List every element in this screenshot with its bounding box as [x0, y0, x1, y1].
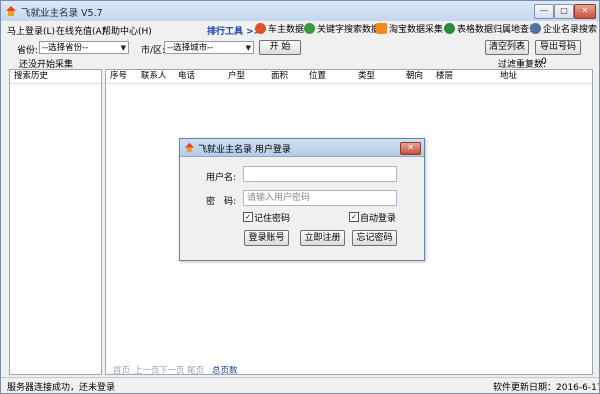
chevron-down-icon: ▼ [120, 44, 126, 52]
column-header-house-type[interactable]: 户型 [228, 70, 245, 83]
province-select[interactable]: --选择省份-- ▼ [39, 41, 129, 54]
auto-login-label: 自动登录 [360, 214, 397, 224]
pager-first[interactable]: 首页 [113, 364, 130, 376]
login-dialog-title-bar: 飞就业主名录 用户登录 ✕ [180, 139, 424, 157]
password-input[interactable]: 请输入用户密码 [243, 190, 397, 206]
tool-keyword-search[interactable]: 关键字搜索数据 [304, 22, 380, 36]
tool-table-location[interactable]: 表格数据归属地查询 [444, 22, 538, 36]
minimize-button[interactable]: — [534, 4, 554, 19]
chevron-down-icon: ▼ [245, 44, 251, 52]
tool-car-owner[interactable]: 车主数据 [255, 22, 304, 36]
username-label: 用户名: [206, 173, 237, 183]
pager-total: 总页数 [212, 366, 238, 376]
city-select[interactable]: --选择城市-- ▼ [164, 41, 254, 54]
column-header-address[interactable]: 地址 [500, 70, 517, 83]
menu-help[interactable]: 帮助中心(H) [102, 24, 152, 37]
remember-password-label: 记住密码 [254, 214, 291, 224]
forgot-password-button[interactable]: 忘记密码 [352, 230, 397, 246]
main-window: 飞就业主名录 V5.7 — □ ✕ 马上登录(L) 在线充值(A) 帮助中心(H… [0, 0, 600, 394]
app-logo-icon [184, 142, 195, 153]
taobao-icon [376, 23, 387, 34]
password-label: 密 码: [206, 197, 237, 207]
column-header-index[interactable]: 序号 [110, 70, 127, 83]
connection-status: 服务器连接成功，还未登录 [7, 383, 116, 393]
login-dialog-title: 飞就业主名录 用户登录 [198, 145, 291, 155]
update-date: 软件更新日期：2016-6-17 [493, 383, 600, 393]
column-header-location[interactable]: 位置 [309, 70, 326, 83]
maximize-button[interactable]: □ [554, 4, 574, 19]
column-header-phone[interactable]: 电话 [178, 70, 195, 83]
search-history-header: 搜索历史 [14, 71, 49, 81]
remember-password-checkbox[interactable]: ✓ [243, 212, 253, 222]
window-title: 飞就业主名录 V5.7 [21, 8, 103, 19]
menu-login[interactable]: 马上登录(L) [7, 24, 55, 37]
pager-last[interactable]: 尾页 [187, 364, 204, 376]
login-button[interactable]: 登录账号 [244, 230, 289, 246]
app-logo-icon [6, 6, 16, 16]
header-divider [106, 83, 592, 84]
company-search-icon [530, 23, 541, 34]
menu-bar: 马上登录(L) 在线充值(A) 帮助中心(H) 排行工具 >> 车主数据 关键字… [1, 21, 599, 37]
car-owner-icon [255, 23, 266, 34]
clear-list-button[interactable]: 清空列表 [485, 40, 529, 55]
column-header-type[interactable]: 类型 [358, 70, 375, 83]
register-button[interactable]: 立即注册 [300, 230, 345, 246]
auto-login-checkbox[interactable]: ✓ [349, 212, 359, 222]
export-numbers-button[interactable]: 导出号码 [535, 40, 581, 55]
search-history-panel[interactable]: 搜索历史 [9, 69, 102, 375]
column-header-floor[interactable]: 楼层 [436, 70, 453, 83]
login-dialog: 飞就业主名录 用户登录 ✕ 用户名: 密 码: 请输入用户密码 ✓ 记住密码 ✓… [179, 138, 425, 261]
header-divider [10, 83, 101, 84]
menu-recharge[interactable]: 在线充值(A) [56, 24, 105, 37]
start-button[interactable]: 开 始 [259, 40, 301, 55]
column-header-contact[interactable]: 联系人 [141, 70, 167, 83]
province-label: 省份: [17, 46, 39, 56]
tool-taobao[interactable]: 淘宝数据采集 [376, 22, 443, 36]
rank-tools-label[interactable]: 排行工具 >> [207, 24, 261, 37]
city-label: 市/区: [141, 46, 166, 56]
pager-prev[interactable]: 上一页 [134, 364, 160, 376]
dup-filter-count: 0 [541, 57, 547, 67]
table-location-icon [444, 23, 455, 34]
title-bar: 飞就业主名录 V5.7 — □ ✕ [1, 1, 599, 22]
column-header-orientation[interactable]: 朝向 [406, 70, 423, 83]
close-icon[interactable]: ✕ [400, 142, 421, 155]
keyword-search-icon [304, 23, 315, 34]
tool-company-search[interactable]: 企业名录搜索 [530, 22, 597, 36]
column-header-area[interactable]: 面积 [271, 70, 288, 83]
pager-next[interactable]: 下一页 [159, 364, 185, 376]
close-button[interactable]: ✕ [574, 4, 596, 19]
status-bar: 服务器连接成功，还未登录 软件更新日期：2016-6-17 [1, 377, 600, 393]
username-input[interactable] [243, 166, 397, 182]
